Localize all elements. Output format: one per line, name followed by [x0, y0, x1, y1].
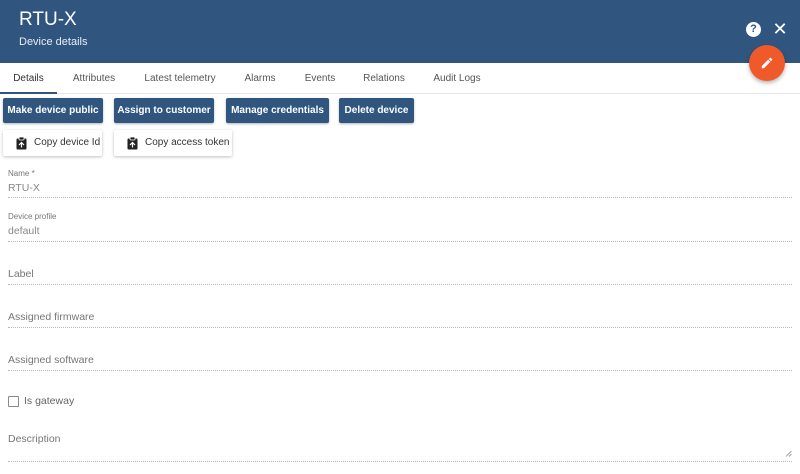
name-field[interactable]: Name * RTU-X — [8, 169, 792, 194]
name-value: RTU-X — [8, 182, 40, 194]
device-title: RTU-X — [19, 9, 77, 30]
copy-device-id-button[interactable]: Copy device Id — [3, 130, 102, 156]
tab-relations[interactable]: Relations — [356, 63, 412, 94]
assigned-firmware-underline — [8, 327, 792, 328]
copy-device-id-label: Copy device Id — [34, 137, 101, 148]
assigned-software-underline — [8, 370, 792, 371]
copy-access-token-label: Copy access token — [145, 137, 230, 148]
dialog-header: RTU-X Device details ? ✕ — [0, 0, 800, 63]
make-device-public-button[interactable]: Make device public — [3, 98, 103, 123]
assigned-firmware-placeholder: Assigned firmware — [8, 311, 95, 323]
description-placeholder: Description — [8, 433, 61, 445]
clipboard-icon — [16, 136, 27, 149]
delete-device-button[interactable]: Delete device — [339, 98, 414, 123]
device-profile-value: default — [8, 225, 40, 237]
assign-to-customer-button[interactable]: Assign to customer — [114, 98, 214, 123]
tab-events[interactable]: Events — [296, 63, 344, 94]
description-field[interactable]: Description — [8, 433, 792, 445]
copy-access-token-button[interactable]: Copy access token — [114, 130, 232, 156]
tab-attributes[interactable]: Attributes — [60, 63, 128, 94]
resize-handle-icon[interactable] — [785, 450, 792, 457]
help-icon[interactable]: ? — [746, 22, 761, 37]
assigned-firmware-field[interactable]: Assigned firmware — [8, 311, 792, 323]
is-gateway-checkbox[interactable] — [8, 395, 19, 407]
assigned-software-placeholder: Assigned software — [8, 354, 94, 366]
tab-audit-logs[interactable]: Audit Logs — [427, 63, 487, 94]
description-underline — [8, 461, 792, 462]
is-gateway-checkbox-row[interactable]: Is gateway — [8, 395, 74, 407]
device-profile-label: Device profile — [8, 212, 57, 221]
device-profile-underline — [8, 241, 792, 242]
name-label: Name * — [8, 169, 35, 178]
tab-bar: Details Attributes Latest telemetry Alar… — [0, 63, 800, 94]
label-placeholder: Label — [8, 268, 34, 280]
close-icon[interactable]: ✕ — [772, 20, 788, 38]
assigned-software-field[interactable]: Assigned software — [8, 354, 792, 366]
clipboard-icon — [127, 136, 138, 149]
label-field[interactable]: Label — [8, 268, 792, 280]
tab-details[interactable]: Details — [0, 63, 57, 94]
tab-latest-telemetry[interactable]: Latest telemetry — [138, 63, 222, 94]
manage-credentials-button[interactable]: Manage credentials — [226, 98, 329, 123]
device-subtitle: Device details — [19, 36, 88, 48]
tab-alarms[interactable]: Alarms — [235, 63, 285, 94]
name-underline — [8, 197, 792, 198]
is-gateway-label: Is gateway — [24, 395, 75, 407]
label-underline — [8, 284, 792, 285]
active-tab-indicator — [0, 92, 57, 94]
device-profile-field[interactable]: Device profile default — [8, 212, 792, 237]
